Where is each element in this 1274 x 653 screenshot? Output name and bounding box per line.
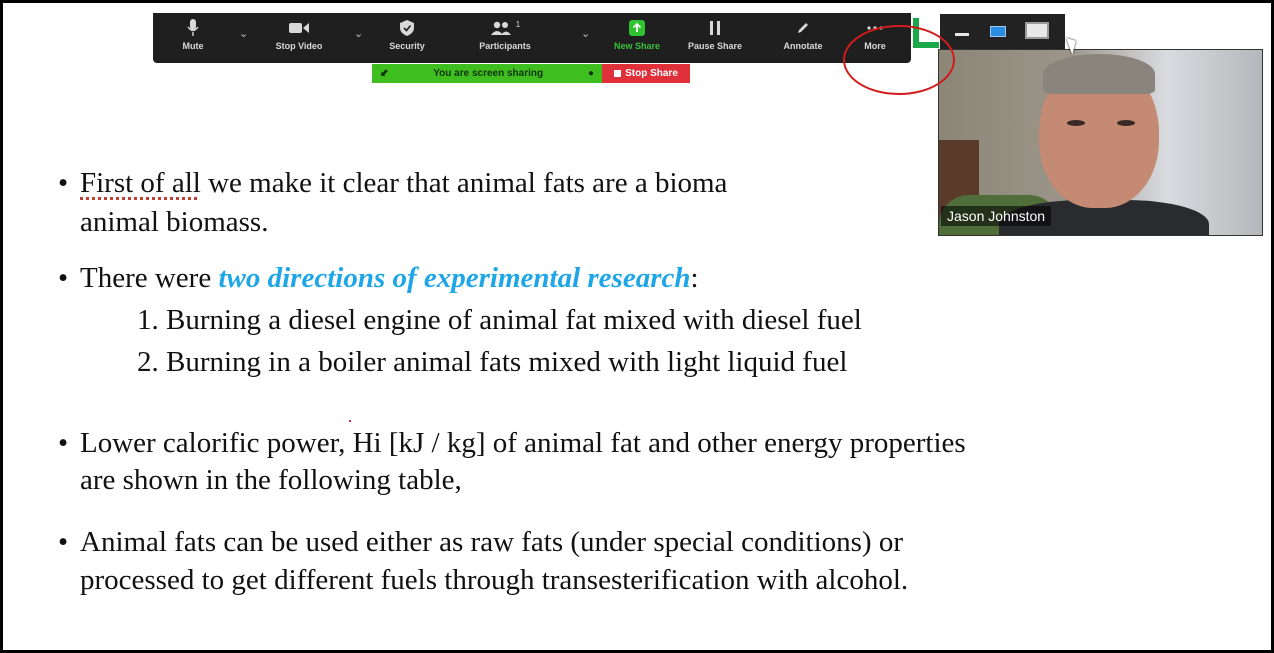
audio-options-chevron-down-icon[interactable]: ⌄ xyxy=(239,27,248,40)
bullet-1-line-1: we make it clear that animal fats are a … xyxy=(200,167,728,199)
annotation-circle xyxy=(843,25,955,95)
annotate-label: Annotate xyxy=(783,41,823,51)
microphone-icon xyxy=(187,17,199,39)
list-item-1: 1. Burning a diesel engine of animal fat… xyxy=(137,304,862,336)
new-share-label: New Share xyxy=(613,41,661,51)
list-item-2: 2. Burning in a boiler animal fats mixed… xyxy=(137,346,848,378)
annotation-dot xyxy=(349,420,351,422)
share-screen-icon xyxy=(629,17,645,39)
mute-label: Mute xyxy=(182,41,204,51)
bullet-4-line-1: Animal fats can be used either as raw fa… xyxy=(80,526,903,558)
annotate-button[interactable]: Annotate xyxy=(775,17,831,59)
bullet-dot: • xyxy=(58,427,69,459)
video-camera-icon xyxy=(289,17,309,39)
bullet-4: • Animal fats can be used either as raw … xyxy=(58,522,903,562)
bullet-dot: • xyxy=(58,167,69,199)
bullet-2-accent: two directions of experimental research xyxy=(218,262,691,294)
participants-chevron-down-icon[interactable]: ⌄ xyxy=(581,27,590,40)
new-share-button[interactable]: New Share xyxy=(609,17,665,59)
bullet-2-prefix: There were xyxy=(80,262,219,294)
stop-share-button[interactable]: Stop Share xyxy=(602,64,690,83)
right-eye xyxy=(1117,120,1135,126)
bullet-1-start: First of all xyxy=(80,167,201,199)
security-button[interactable]: Security xyxy=(379,17,435,59)
mute-button[interactable]: Mute xyxy=(173,17,213,59)
bullet-dot: • xyxy=(58,262,69,294)
stop-square-icon xyxy=(614,70,622,77)
stop-video-button[interactable]: Stop Video xyxy=(269,17,329,59)
left-eye xyxy=(1067,120,1085,126)
video-options-chevron-down-icon[interactable]: ⌄ xyxy=(354,27,363,40)
bullet-1: • First of all we make it clear that ani… xyxy=(58,163,728,203)
bullet-4-line-2: processed to get different fuels through… xyxy=(80,564,909,596)
pause-share-button[interactable]: Pause Share xyxy=(685,17,745,59)
restore-window-icon[interactable] xyxy=(990,26,1006,37)
pause-share-label: Pause Share xyxy=(687,41,743,51)
sharing-status-text: You are screen sharing xyxy=(433,68,544,79)
stop-video-label: Stop Video xyxy=(275,41,323,51)
maximize-window-icon[interactable] xyxy=(1025,22,1049,39)
bullet-3-line-2: are shown in the following table, xyxy=(80,464,462,496)
participant-name: Jason Johnston xyxy=(941,206,1052,226)
bullet-3-line-1: Lower calorific power, Hi [kJ / kg] of a… xyxy=(80,427,966,459)
sharing-status: ⬋ You are screen sharing ● xyxy=(372,64,602,83)
pause-icon xyxy=(710,17,720,39)
bullet-1-line-2: animal biomass. xyxy=(80,206,269,238)
person-hair xyxy=(1043,54,1155,94)
zoom-toolbar: Mute ⌄ Stop Video ⌄ Security 1 Participa… xyxy=(153,13,911,63)
participants-label: Participants xyxy=(479,41,531,51)
participants-button[interactable]: 1 Participants xyxy=(471,17,539,59)
bullet-2-suffix: : xyxy=(690,262,699,294)
shield-check-icon: ● xyxy=(587,68,594,79)
participant-video[interactable]: Jason Johnston xyxy=(938,49,1263,236)
bullet-2: • There were two directions of experimen… xyxy=(58,258,699,298)
bullet-3: • Lower calorific power, Hi [kJ / kg] of… xyxy=(58,423,966,463)
stop-share-label: Stop Share xyxy=(625,68,678,79)
minimize-icon[interactable] xyxy=(955,33,969,36)
bullet-dot: • xyxy=(58,526,69,558)
participants-count: 1 xyxy=(515,19,521,29)
shield-icon xyxy=(400,17,414,39)
participants-icon: 1 xyxy=(490,17,520,39)
security-label: Security xyxy=(389,41,425,51)
screen-sharing-banner: ⬋ You are screen sharing ● Stop Share xyxy=(372,64,690,83)
pencil-icon xyxy=(796,17,810,39)
sharing-arrow-icon: ⬋ xyxy=(380,68,389,79)
